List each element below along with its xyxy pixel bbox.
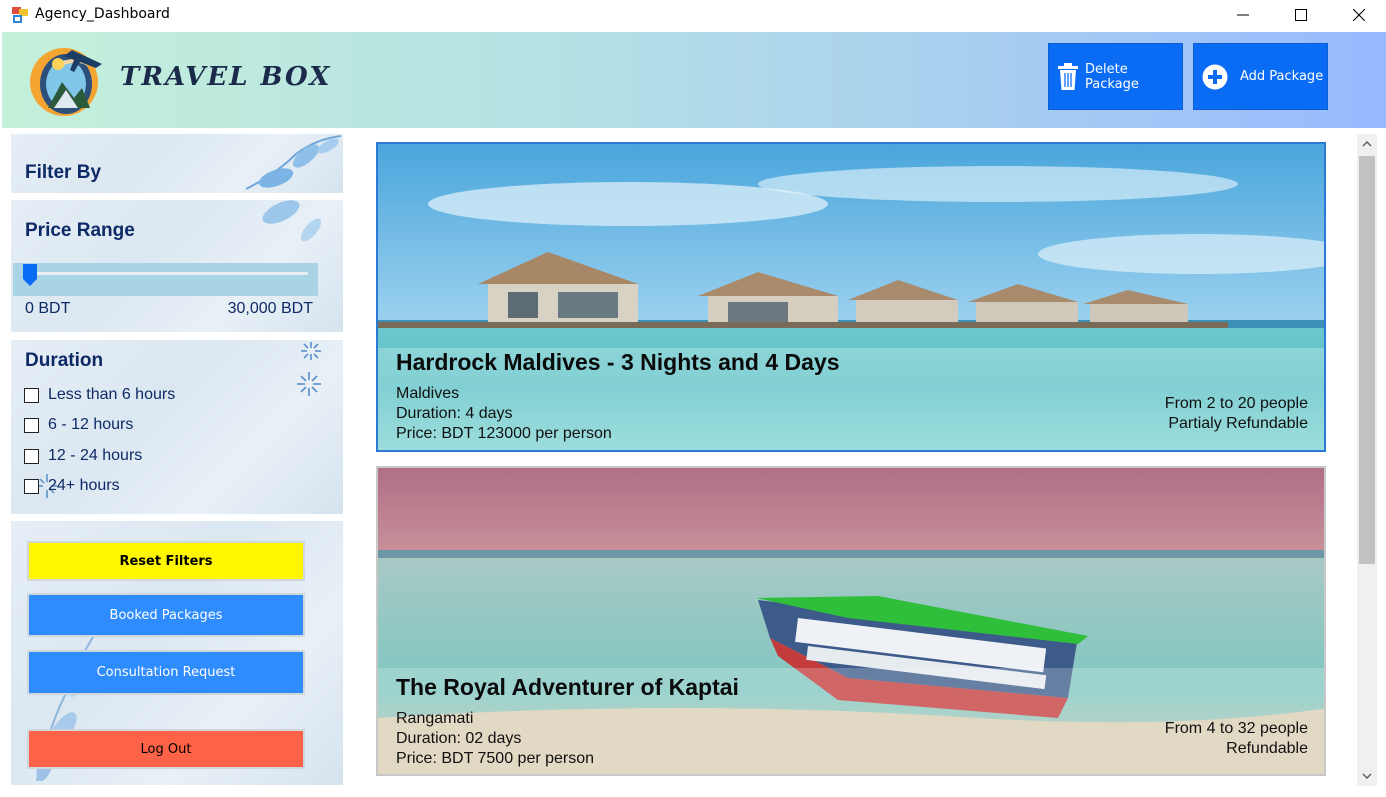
package-duration: Duration: 02 days (396, 730, 522, 747)
duration-option-label: 12 - 24 hours (48, 447, 143, 464)
package-location: Rangamati (396, 710, 474, 727)
chevron-down-icon (1362, 773, 1372, 780)
actions-panel: Reset Filters Booked Packages Consultati… (11, 521, 343, 785)
package-refund-policy: Partialy Refundable (1168, 415, 1308, 432)
duration-option-less-than-6[interactable]: Less than 6 hours (24, 386, 175, 404)
duration-option-label: 6 - 12 hours (48, 416, 134, 433)
duration-checkbox[interactable] (24, 478, 39, 494)
duration-panel: Duration Less than 6 hours 6 - 12 hours … (11, 340, 343, 514)
price-range-title: Price Range (25, 220, 135, 241)
add-package-button[interactable]: Add Package (1193, 43, 1328, 110)
price-slider-rail (37, 272, 308, 275)
close-icon (1353, 9, 1365, 21)
plus-circle-icon (1202, 64, 1228, 90)
package-price: Price: BDT 123000 per person (396, 425, 612, 442)
package-location: Maldives (396, 385, 460, 402)
minimize-icon (1237, 14, 1249, 16)
sparkle-decoration-icon (297, 342, 321, 396)
reset-filters-button[interactable]: Reset Filters (27, 541, 305, 581)
duration-checkbox[interactable] (24, 448, 39, 464)
package-duration: Duration: 4 days (396, 405, 513, 422)
duration-title: Duration (25, 350, 104, 371)
add-package-label: Add Package (1240, 69, 1324, 84)
window-title: Agency_Dashboard (35, 6, 170, 22)
chevron-up-icon (1362, 140, 1372, 147)
scroll-up-button[interactable] (1357, 134, 1377, 154)
duration-option-6-12[interactable]: 6 - 12 hours (24, 416, 133, 434)
delete-package-label: Delete Package (1085, 61, 1139, 92)
app-window-icon (12, 7, 28, 23)
scroll-thumb[interactable] (1359, 156, 1375, 564)
scroll-down-button[interactable] (1357, 766, 1377, 786)
package-group-size: From 2 to 20 people (1164, 395, 1308, 412)
package-card[interactable]: Hardrock Maldives - 3 Nights and 4 Days … (376, 142, 1326, 452)
filter-by-title: Filter By (25, 162, 102, 183)
close-button[interactable] (1330, 0, 1386, 30)
delete-package-button[interactable]: Delete Package (1048, 43, 1183, 110)
price-min-label: 0 BDT (25, 300, 71, 317)
package-card[interactable]: The Royal Adventurer of Kaptai Rangamati… (376, 466, 1326, 776)
package-price: Price: BDT 7500 per person (396, 750, 595, 767)
duration-checkbox[interactable] (24, 387, 39, 403)
consultation-request-button[interactable]: Consultation Request (27, 650, 305, 695)
title-bar: Agency_Dashboard (0, 0, 1386, 30)
package-group-size: From 4 to 32 people (1164, 720, 1308, 737)
trash-icon (1057, 62, 1079, 91)
duration-option-label: Less than 6 hours (48, 386, 176, 403)
duration-checkbox[interactable] (24, 417, 39, 433)
package-refund-policy: Refundable (1226, 740, 1308, 757)
maximize-icon (1295, 9, 1307, 21)
price-range-panel: Price Range 0 BDT 30,000 BDT (11, 200, 343, 332)
duration-option-24-plus[interactable]: 24+ hours (24, 477, 120, 495)
booked-packages-button[interactable]: Booked Packages (27, 593, 305, 637)
duration-option-12-24[interactable]: 12 - 24 hours (24, 447, 142, 465)
duration-option-label: 24+ hours (48, 477, 120, 494)
price-slider[interactable] (13, 263, 318, 296)
price-slider-thumb[interactable] (23, 264, 37, 286)
maximize-button[interactable] (1272, 0, 1330, 30)
brand-name: TRAVEL BOX (120, 62, 332, 92)
package-title: The Royal Adventurer of Kaptai (396, 674, 739, 700)
price-max-label: 30,000 BDT (227, 300, 313, 317)
package-title: Hardrock Maldives - 3 Nights and 4 Days (396, 349, 840, 375)
leaf-decoration-icon (245, 135, 342, 190)
travel-box-logo (30, 48, 102, 116)
filter-by-panel: Filter By (11, 134, 343, 193)
log-out-button[interactable]: Log Out (27, 729, 305, 769)
package-list-scrollbar[interactable] (1357, 134, 1377, 786)
leaf-decoration-icon (262, 200, 322, 242)
minimize-button[interactable] (1214, 0, 1272, 30)
app-header: TRAVEL BOX Delete Package Add Package (2, 32, 1386, 128)
